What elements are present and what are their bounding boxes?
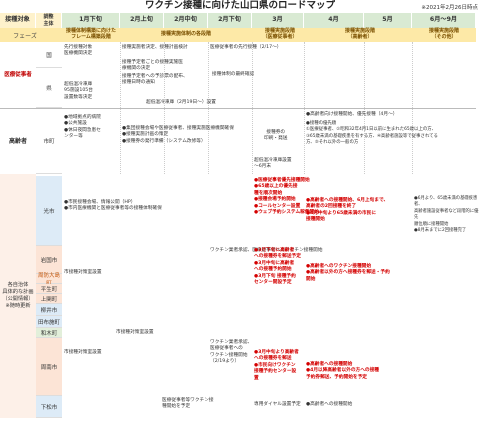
section-others-label: 各自治体 具体的な計画 （公開情報） ※随時更新 [2,282,34,309]
phase-other: 接種実施段階 （その他） [428,28,459,40]
city-hikari: 光市 [36,176,62,246]
phase-label: フェーズ [13,32,37,40]
city-tabuse: 田布施町 [36,316,62,328]
header-apr: 4月 [304,13,364,28]
kudamatsu-item: 医療従事者等ワクチン接 種開始を予定 [162,398,214,410]
kudamatsu-item: ●高齢者への接種開始 [306,402,353,407]
section-medical-label: 医療従事者 [4,71,32,78]
wagi-item: 市接種対策室設置 [116,330,154,335]
phase-frame: 接種体制構築に向けた フレーム構築段階 [65,28,116,40]
city-hirao: 平生町 [36,284,62,294]
entity-country: 国 [36,42,62,68]
med-item: 医療従事者の先行接種（2/17～） [210,45,282,50]
header-mar: 3月 [252,13,304,28]
city-shunan: 周南市 [36,338,62,396]
city-suo-oshima: 周防大島町 [36,273,62,287]
city-kaminoseki: 上関町 [36,294,62,304]
kudamatsu-item: 専用ダイヤル設置予定 [254,402,301,407]
med-item: 接種予定者ごとの接種実施医 療機関の決定 [122,60,183,72]
hikari-may: ●高齢者への接種開始、6月上旬まで、 高齢者の2回接種を終了 ●4月中旬より65… [306,198,389,223]
elder-item: ●接種の優先順 ①医療従事者、②昭和32年4月1日以前に生まれた65歳以上の方、… [306,121,438,146]
shunan-item: 市接種対策室設置 [64,350,102,355]
elder-item: ●地域拠点的病院 ●公共施設 ●休日夜間急患セ ンター等 [64,115,101,140]
city-yanai: 柳井市 [36,304,62,316]
elder-item: ●集団接種会場や医療従事者、接種実施医療機関確保 ●接種実施計画の策定 ●接種券… [122,126,234,144]
date-note: ※2021年2月26日時点 [421,5,478,11]
section-elder-label: 高齢者 [8,137,27,145]
header-feb-early: 2月上旬 [120,13,164,28]
header-may: 5月 [364,13,412,28]
med-item: 接種体制の最終確認 [212,72,255,77]
iwakuni-item: 市接種対策室設置 [64,270,102,275]
elder-item: 超低温冷凍庫設置 ～6月末 [254,158,292,170]
header-feb-mid: 2月中旬 [164,13,208,28]
med-item: 先行接種対象 医療機関決定 [64,45,93,57]
phase-elder: 接種実施段階 （高齢者） [344,28,375,40]
header-target: 接種対象 [0,13,36,28]
hikari-plan: ●市民接種会場、情報公開（HP） ●市内医療機関と医療従事者等の接種体制確保 [64,200,162,212]
shunan-item: ワクチン業者承認、 医療従事者への ワクチン接種開始 （2/19より） [210,340,253,365]
elder-item: 接種券の 印刷・発送 [264,130,288,142]
header-feb-late: 2月下旬 [208,13,252,28]
page-title: ワクチン接種に向けた山口県のロードマップ [144,0,335,11]
header-entity: 調整 主体 [36,13,62,28]
med-item: 超低温冷凍庫 95施設105台 設置数等決定 [64,82,93,100]
med-item: 接種実施者決定、接種計画検討 [122,45,188,50]
header-jan-late: 1月下旬 [62,13,120,28]
iwakuni-mar: ●3月下旬に高齢者 への接種券を郵送予定 ●3月中旬に高齢者 への接種予約開始 … [254,248,301,286]
entity-pref: 県 [36,68,62,108]
phase-setup: 接種実施体制の各段階 [160,31,211,38]
hikari-jun: ●6月より、65歳未満の基礎疾患者、 高齢者施設従事者など段階的に優先 順位順に… [414,196,479,234]
city-wagi: 和木町 [36,328,62,338]
med-item: 接種予定者への予診票の配布、 接種日時の通知 [122,74,188,86]
city-kudamatsu: 下松市 [36,396,62,418]
header-jun-sep: 6月～9月 [412,13,476,28]
elder-item: ●高齢者向け接種開始、優先接種（4月～） [306,112,398,117]
entity-city: 市町 [36,108,62,174]
shunan-may: ●高齢者への接種開始 ●4月以降高齢者以外の方への接種 予約券郵送、予約開始を予… [306,362,379,380]
phase-med: 接種実施段階 （医療従事者） [262,28,298,40]
med-item: 超低温冷凍庫（2月19日～）設置 [146,100,216,105]
iwakuni-may: ●高齢者へのワクチン接種開始 ●高齢者以外の方へ接種券を郵送・予約 開始 [306,264,390,282]
shunan-mar: ●3月中旬より高齢者 への接種券を郵送 ●市民向けワクチン 接種予約センター設 … [254,350,299,381]
